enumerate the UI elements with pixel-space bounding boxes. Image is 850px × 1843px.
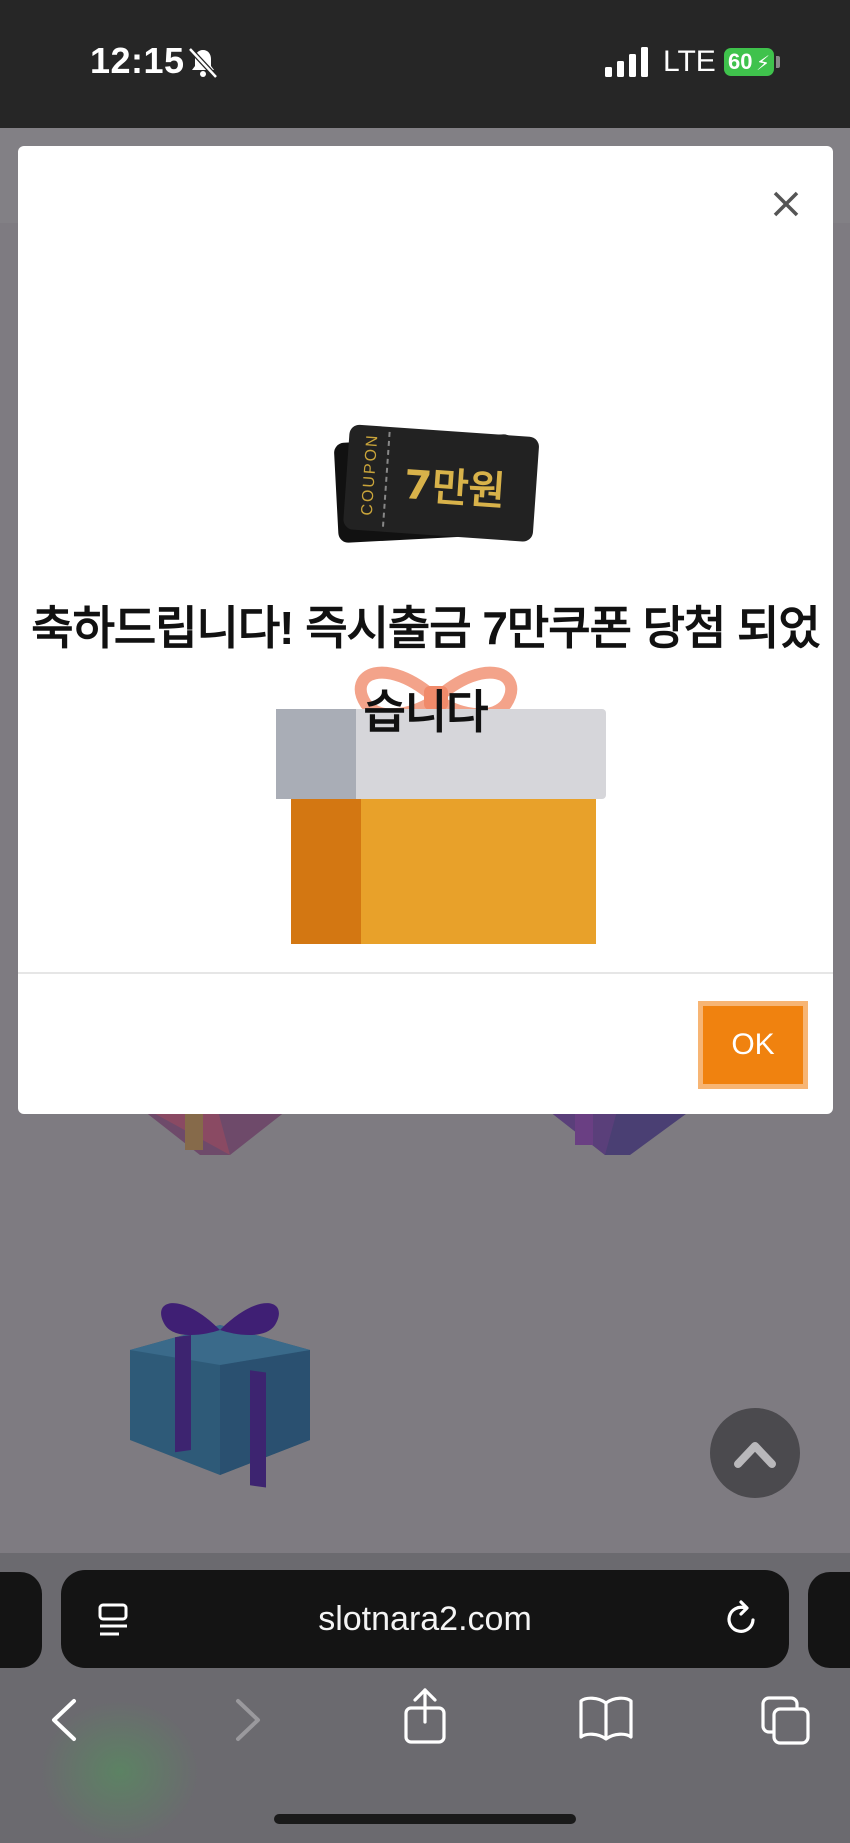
forward-icon[interactable] bbox=[228, 1695, 268, 1745]
tabs-icon[interactable] bbox=[760, 1695, 812, 1747]
previous-tab-peek[interactable] bbox=[0, 1572, 42, 1668]
reload-icon[interactable] bbox=[721, 1598, 761, 1638]
gift-box-icon bbox=[130, 1303, 310, 1488]
modal-message: 축하드립니다! 즉시출금 7만쿠폰 당첨 되었습니다 bbox=[31, 602, 820, 738]
battery-icon: 60 ⚡ bbox=[724, 48, 774, 76]
url-text: slotnara2.com bbox=[318, 1600, 532, 1638]
network-label: LTE bbox=[663, 45, 716, 78]
coupon-modal: COUPON 7만원 축하드립니다! 즉시출금 7만쿠폰 당첨 되었습니다 OK bbox=[18, 146, 833, 1114]
coupon-amount: 7만원 bbox=[402, 462, 506, 515]
back-icon[interactable] bbox=[44, 1695, 84, 1745]
next-tab-peek[interactable] bbox=[808, 1572, 850, 1668]
battery-cap bbox=[776, 56, 780, 68]
battery-level: 60 bbox=[728, 49, 753, 74]
address-bar[interactable]: slotnara2.com bbox=[61, 1570, 789, 1668]
status-time: 12:15 bbox=[90, 40, 185, 81]
scroll-to-top-button[interactable] bbox=[710, 1408, 800, 1498]
status-bar: 12:15 LTE 60 ⚡ bbox=[0, 0, 850, 128]
page-menu-icon[interactable] bbox=[97, 1602, 133, 1638]
close-icon[interactable] bbox=[766, 184, 806, 224]
signal-icon bbox=[605, 47, 648, 77]
ok-button[interactable]: OK bbox=[698, 1001, 808, 1089]
share-icon[interactable] bbox=[400, 1688, 450, 1744]
bell-muted-icon bbox=[188, 47, 218, 79]
coupon-ticket-image: COUPON 7만원 bbox=[334, 424, 539, 543]
chevron-up-icon bbox=[734, 1442, 776, 1468]
home-indicator bbox=[274, 1814, 576, 1824]
bookmarks-icon[interactable] bbox=[578, 1695, 634, 1743]
modal-footer: OK bbox=[18, 972, 833, 1114]
charging-bolt-icon: ⚡ bbox=[755, 53, 770, 75]
